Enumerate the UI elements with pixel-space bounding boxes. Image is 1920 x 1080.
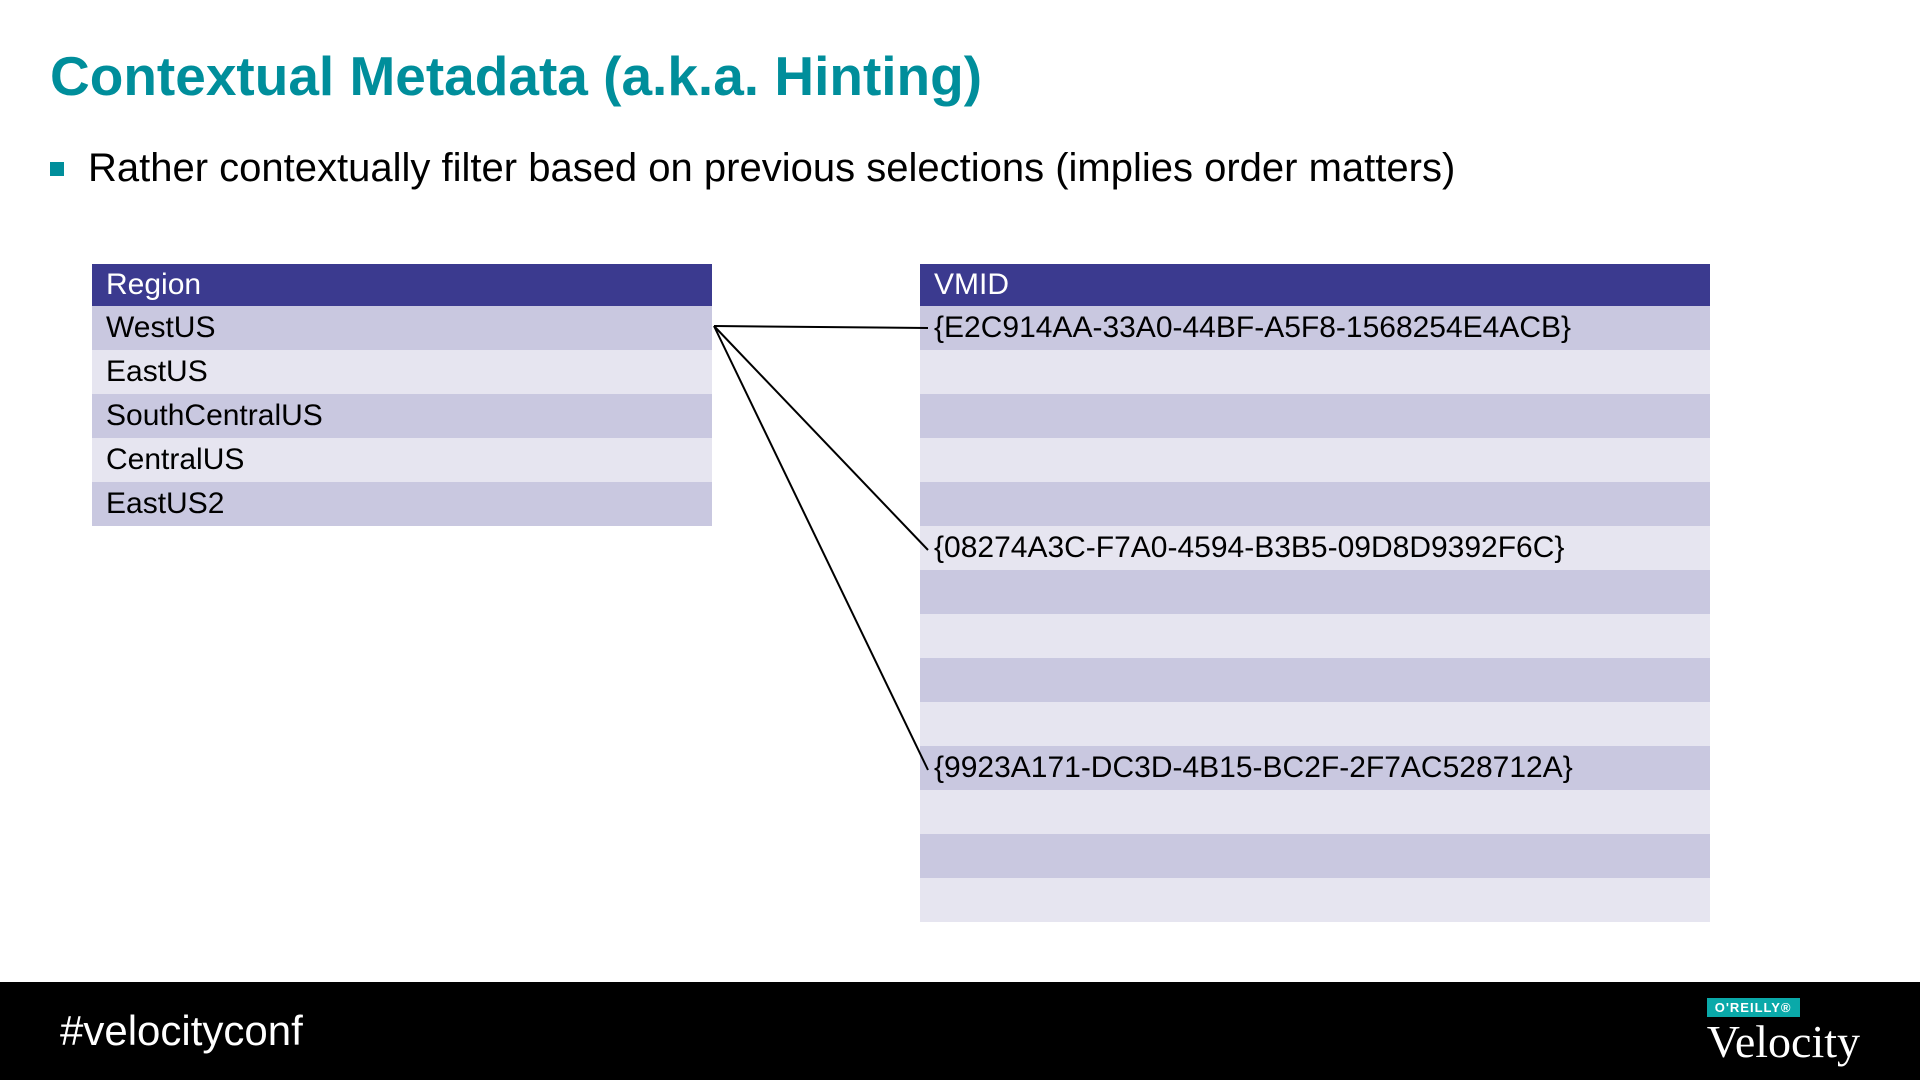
bullet-item: Rather contextually filter based on prev… [50, 146, 1455, 191]
vmid-cell: {9923A171-DC3D-4B15-BC2F-2F7AC528712A} [920, 746, 1710, 790]
region-cell: CentralUS [92, 438, 712, 482]
table-row: EastUS [92, 350, 712, 394]
table-row: SouthCentralUS [92, 394, 712, 438]
footer-bar: #velocityconf O'REILLY® Velocity [0, 982, 1920, 1080]
region-cell: EastUS [92, 350, 712, 394]
region-header: Region [92, 264, 712, 306]
vmid-cell [920, 702, 1710, 746]
region-table: Region WestUS EastUS SouthCentralUS Cent… [92, 264, 712, 526]
region-cell: EastUS2 [92, 482, 712, 526]
vmid-cell [920, 394, 1710, 438]
vmid-cell [920, 878, 1710, 922]
table-row: {9923A171-DC3D-4B15-BC2F-2F7AC528712A} [920, 746, 1710, 790]
table-row [920, 878, 1710, 922]
table-row [920, 658, 1710, 702]
table-row [920, 394, 1710, 438]
table-row [920, 834, 1710, 878]
vmid-cell [920, 790, 1710, 834]
bullet-square-icon [50, 162, 64, 176]
vmid-cell [920, 570, 1710, 614]
slide-title: Contextual Metadata (a.k.a. Hinting) [50, 44, 982, 108]
vmid-cell: {E2C914AA-33A0-44BF-A5F8-1568254E4ACB} [920, 306, 1710, 350]
vmid-cell [920, 834, 1710, 878]
vmid-cell: {08274A3C-F7A0-4594-B3B5-09D8D9392F6C} [920, 526, 1710, 570]
vmid-cell [920, 658, 1710, 702]
table-row: {E2C914AA-33A0-44BF-A5F8-1568254E4ACB} [920, 306, 1710, 350]
table-row: EastUS2 [92, 482, 712, 526]
table-row: WestUS [92, 306, 712, 350]
region-cell: SouthCentralUS [92, 394, 712, 438]
hashtag-text: #velocityconf [60, 1007, 303, 1055]
vmid-cell [920, 350, 1710, 394]
slide: Contextual Metadata (a.k.a. Hinting) Rat… [0, 0, 1920, 1080]
brand-block: O'REILLY® Velocity [1707, 998, 1860, 1065]
vmid-cell [920, 438, 1710, 482]
table-row: CentralUS [92, 438, 712, 482]
vmid-cell [920, 614, 1710, 658]
table-row [920, 614, 1710, 658]
table-row [920, 702, 1710, 746]
table-row [920, 350, 1710, 394]
vmid-header: VMID [920, 264, 1710, 306]
vmid-table: VMID {E2C914AA-33A0-44BF-A5F8-1568254E4A… [920, 264, 1710, 922]
table-row [920, 438, 1710, 482]
table-row [920, 790, 1710, 834]
table-row [920, 570, 1710, 614]
vmid-cell [920, 482, 1710, 526]
brand-name: Velocity [1707, 1019, 1860, 1065]
table-row [920, 482, 1710, 526]
table-row: {08274A3C-F7A0-4594-B3B5-09D8D9392F6C} [920, 526, 1710, 570]
bullet-text: Rather contextually filter based on prev… [88, 146, 1455, 191]
region-cell: WestUS [92, 306, 712, 350]
brand-publisher: O'REILLY® [1707, 998, 1800, 1017]
